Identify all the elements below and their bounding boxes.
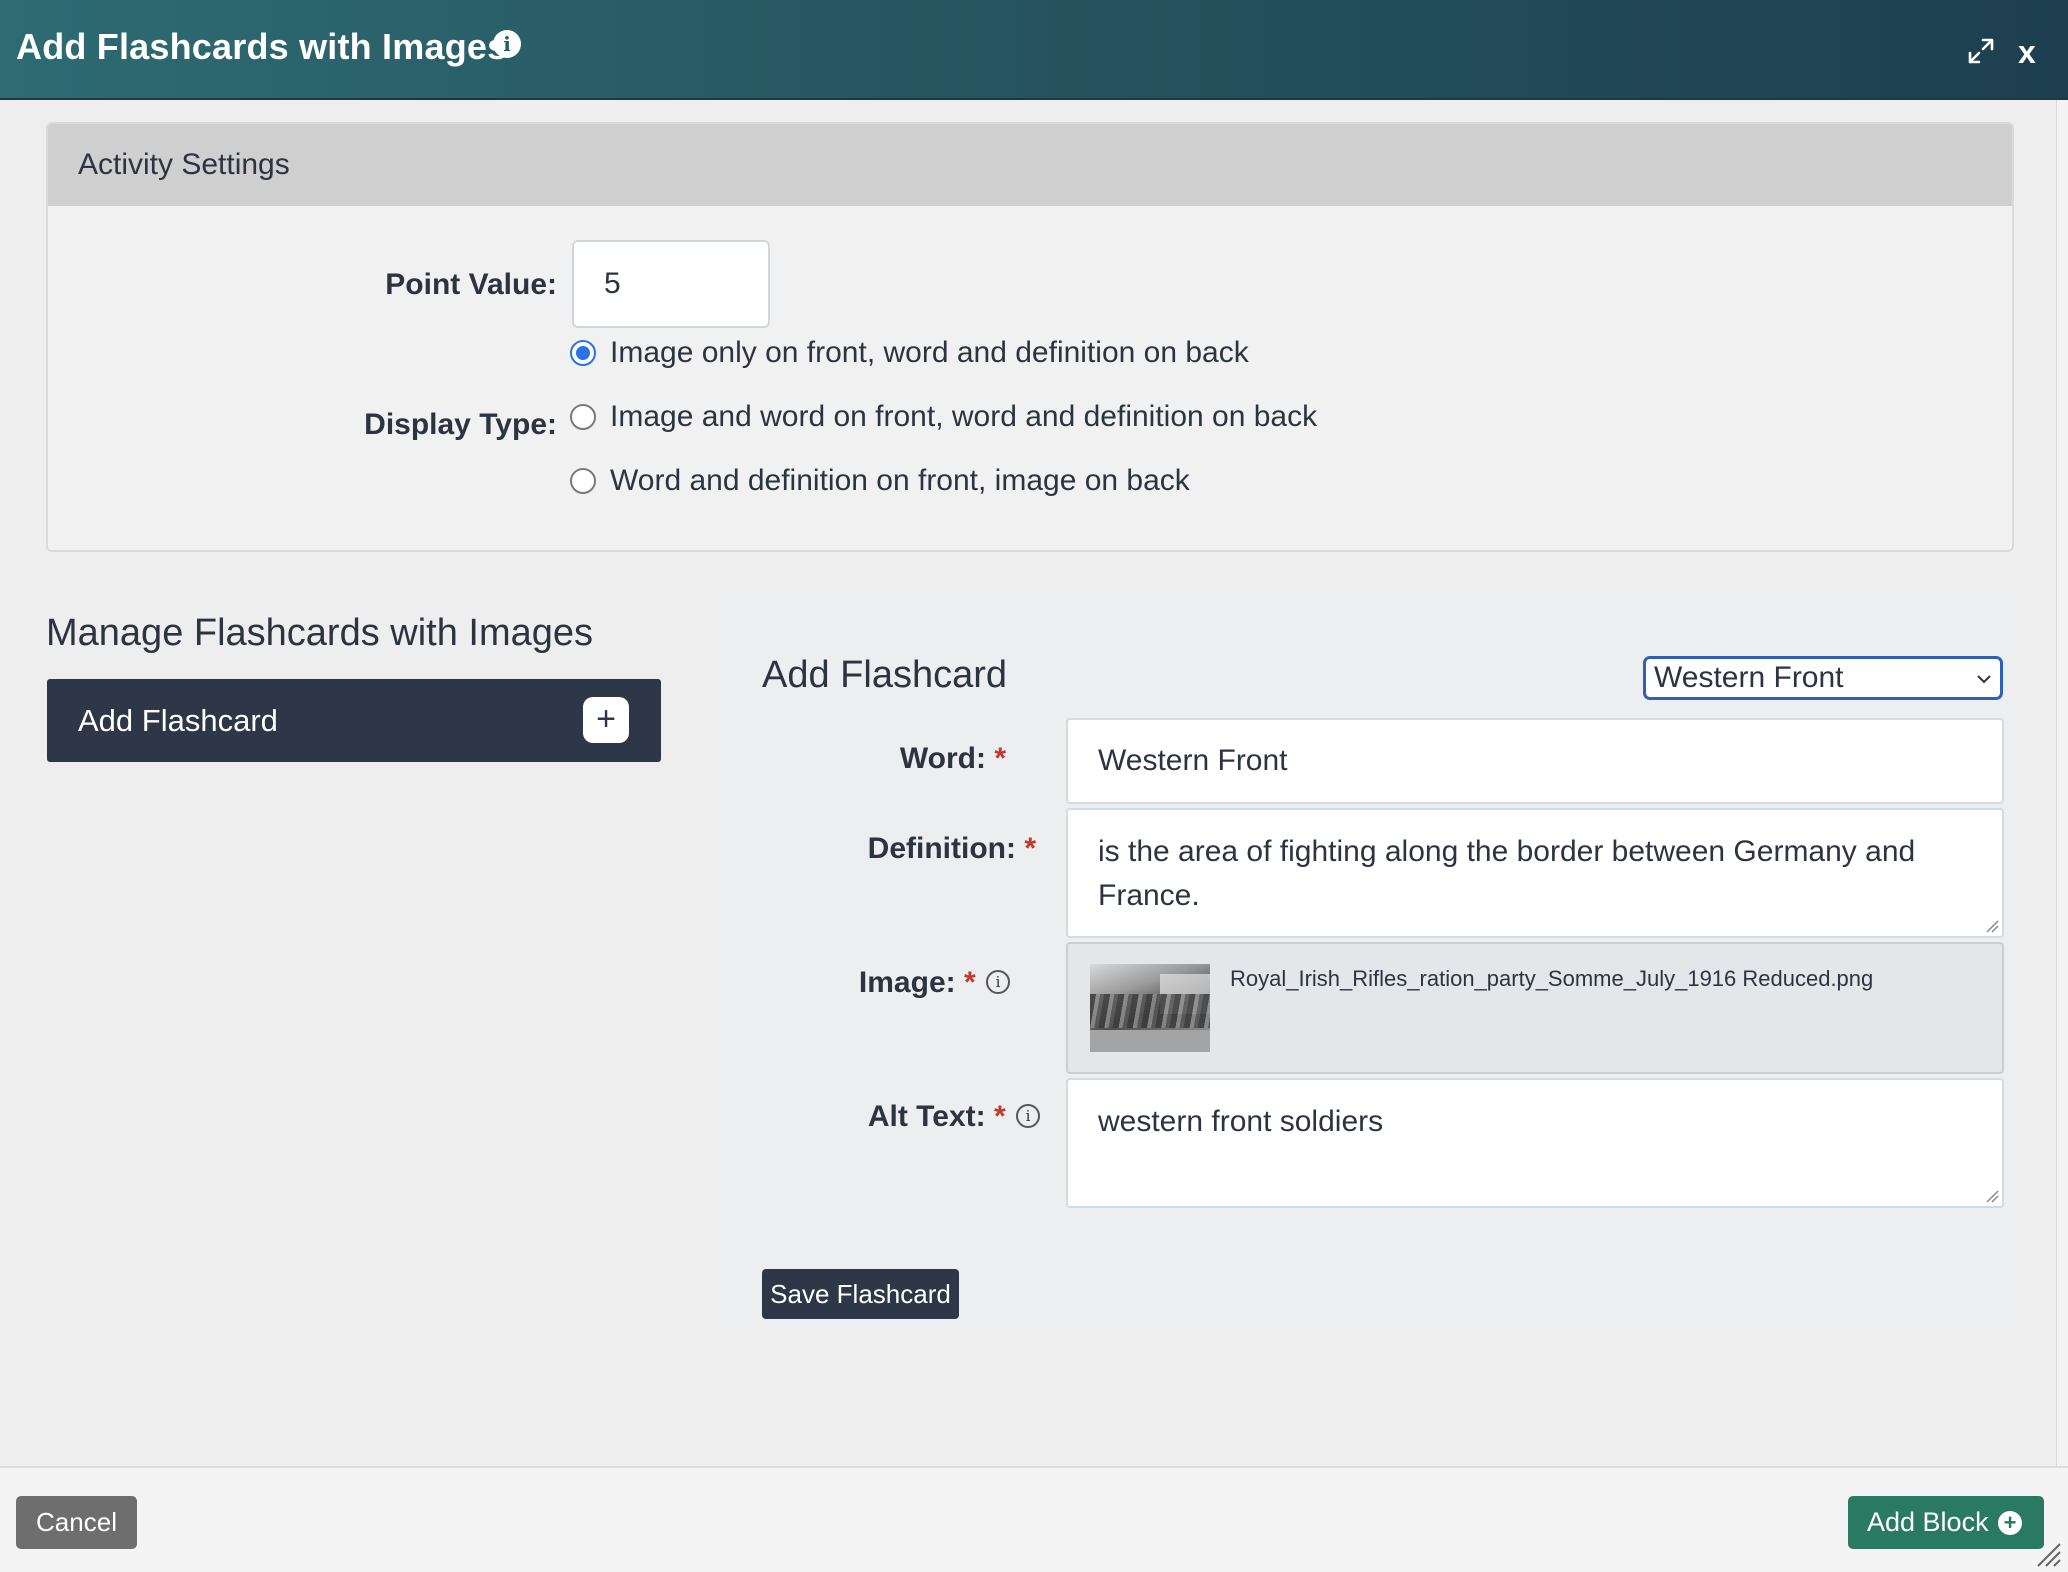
info-icon[interactable]: i <box>986 970 1010 995</box>
resize-grip-icon[interactable] <box>1985 919 1999 933</box>
alt-text-textarea[interactable]: western front soldiers <box>1066 1078 2004 1208</box>
required-mark: * <box>1024 832 1036 865</box>
close-icon[interactable]: x <box>2018 32 2036 72</box>
add-flashcard-button[interactable]: Add Flashcard + <box>47 679 661 762</box>
add-block-label: Add Block <box>1867 1507 1989 1537</box>
point-value-label: Point Value: <box>385 268 557 301</box>
info-icon[interactable]: i <box>493 30 521 58</box>
display-option-label: Image and word on front, word and defini… <box>610 400 1318 433</box>
display-type-label: Display Type: <box>364 408 557 441</box>
window-resize-icon[interactable] <box>2034 1540 2062 1568</box>
expand-icon[interactable] <box>1966 36 1996 66</box>
point-value-input[interactable] <box>572 240 770 328</box>
display-option-2[interactable]: Image and word on front, word and defini… <box>570 400 1317 434</box>
display-option-label: Word and definition on front, image on b… <box>610 464 1190 497</box>
required-mark: * <box>994 742 1006 775</box>
add-flashcard-heading: Add Flashcard <box>762 654 1008 696</box>
word-label: Word: * <box>780 742 1006 776</box>
plus-icon: + <box>583 697 629 743</box>
flashcard-select-value: Western Front <box>1654 661 1844 694</box>
alt-text-label-text: Alt Text: <box>867 1100 986 1133</box>
required-mark: * <box>963 966 976 999</box>
word-input[interactable]: Western Front <box>1066 718 2004 804</box>
modal-title: Add Flashcards with Images <box>16 26 508 67</box>
add-flashcard-label: Add Flashcard <box>78 703 278 738</box>
image-label: Image: * i <box>780 966 1010 1000</box>
scrollbar[interactable] <box>2056 100 2068 1466</box>
definition-textarea[interactable]: is the area of fighting along the border… <box>1066 808 2004 938</box>
image-label-text: Image: <box>858 966 956 999</box>
display-option-label: Image only on front, word and definition… <box>610 336 1249 369</box>
definition-textarea-value: is the area of fighting along the border… <box>1098 835 1916 912</box>
display-option-1[interactable]: Image only on front, word and definition… <box>570 336 1249 370</box>
modal-footer: Cancel Add Block + <box>0 1466 2068 1572</box>
save-flashcard-button[interactable]: Save Flashcard <box>762 1269 959 1319</box>
radio-button[interactable] <box>570 404 596 430</box>
word-label-text: Word: <box>899 742 986 775</box>
add-block-button[interactable]: Add Block + <box>1848 1496 2044 1549</box>
required-mark: * <box>993 1100 1006 1133</box>
image-thumbnail <box>1090 964 1210 1052</box>
flashcard-select[interactable]: Western Front <box>1643 656 2003 700</box>
activity-settings-heading: Activity Settings <box>78 148 290 181</box>
radio-button[interactable] <box>570 468 596 494</box>
modal-header: Add Flashcards with Images i x <box>0 0 2068 100</box>
alt-text-value: western front soldiers <box>1098 1105 1384 1138</box>
image-filename: Royal_Irish_Rifles_ration_party_Somme_Ju… <box>1230 966 1874 991</box>
radio-button-selected[interactable] <box>570 340 596 366</box>
activity-settings-panel: Activity Settings Point Value: Display T… <box>46 122 2014 552</box>
manage-flashcards-title: Manage Flashcards with Images <box>46 612 594 654</box>
definition-label: Definition: * <box>780 832 1036 866</box>
chevron-down-icon <box>1977 675 1991 684</box>
cancel-button[interactable]: Cancel <box>16 1496 137 1549</box>
definition-label-text: Definition: <box>867 832 1016 865</box>
resize-grip-icon[interactable] <box>1985 1189 1999 1203</box>
alt-text-label: Alt Text: * i <box>780 1100 1040 1134</box>
display-option-3[interactable]: Word and definition on front, image on b… <box>570 464 1190 498</box>
info-icon[interactable]: i <box>1016 1104 1040 1129</box>
modal-dialog: Add Flashcards with Images i x Activity … <box>0 0 2068 1572</box>
image-upload-field[interactable]: Royal_Irish_Rifles_ration_party_Somme_Ju… <box>1066 942 2004 1074</box>
plus-circle-icon: + <box>1998 1511 2022 1535</box>
activity-settings-header: Activity Settings <box>48 124 2012 206</box>
word-input-value: Western Front <box>1098 744 1288 777</box>
